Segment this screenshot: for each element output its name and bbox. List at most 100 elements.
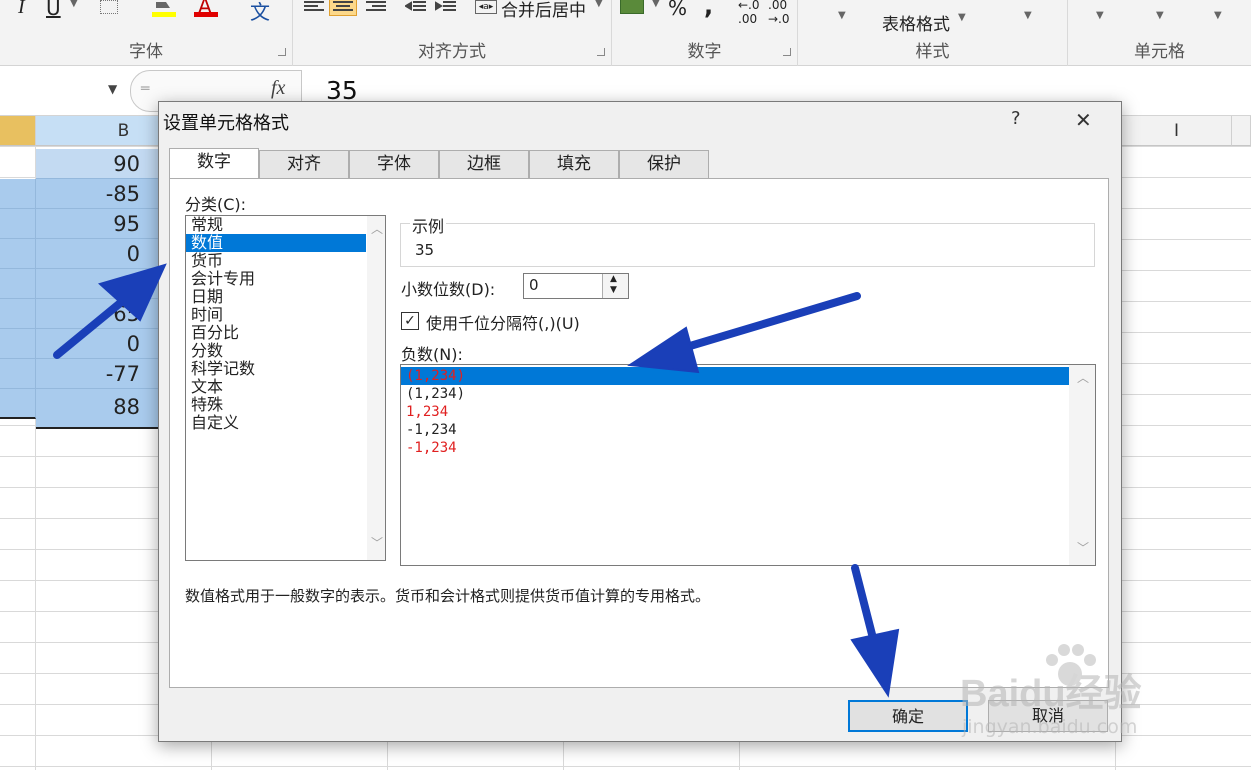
conditional-format-dropdown-icon[interactable]: ▼ [838,10,846,21]
currency-dropdown-icon[interactable]: ▼ [652,0,660,9]
alignment-group: ◂a▸ 合并后居中 ▼ 对齐方式 [293,0,612,66]
sample-border-left [400,223,410,224]
list-item[interactable]: 会计专用 [186,270,366,288]
list-item[interactable]: 文本 [186,378,366,396]
decrease-indent-icon[interactable] [405,0,427,14]
align-right-icon[interactable] [365,0,387,14]
cell[interactable] [0,239,36,269]
increase-indent-icon[interactable] [435,0,457,14]
tab-protection[interactable]: 保护 [619,150,709,178]
list-item[interactable]: 日期 [186,288,366,306]
cell[interactable]: 65 [36,299,160,329]
table-format-dropdown-icon[interactable]: ▼ [958,12,966,23]
merge-center-button[interactable]: 合并后居中 [501,0,586,21]
spin-down-icon[interactable]: ▼ [610,285,617,295]
percent-button[interactable]: % [668,0,687,20]
cell[interactable] [0,179,36,209]
tab-number[interactable]: 数字 [169,148,259,178]
column-header-j[interactable] [1232,116,1251,146]
list-item[interactable]: 常规 [186,216,366,234]
font-group-label: 字体 [129,42,163,62]
delete-dropdown-icon[interactable]: ▼ [1156,10,1164,21]
format-description: 数值格式用于一般数字的表示。货币和会计格式则提供货币值计算的专用格式。 [185,587,711,605]
cell[interactable] [36,269,160,299]
column-header-i[interactable]: I [1122,116,1232,146]
format-dropdown-icon[interactable]: ▼ [1214,10,1222,21]
list-item[interactable]: -1,234 [401,439,1069,457]
underline-dropdown-icon[interactable]: ▼ [70,0,78,9]
alignment-launcher-icon[interactable] [597,48,605,56]
spin-up-icon[interactable]: ▲ [610,274,617,284]
border-icon[interactable] [100,0,118,14]
tab-alignment[interactable]: 对齐 [259,150,349,178]
scroll-up-icon[interactable]: ︿ [371,223,383,235]
list-item[interactable]: 分数 [186,342,366,360]
close-button[interactable]: ✕ [1075,108,1092,132]
cell[interactable] [0,299,36,329]
currency-icon[interactable] [620,0,644,14]
tab-border[interactable]: 边框 [439,150,529,178]
align-center-button[interactable] [329,0,357,16]
underline-button[interactable]: U [46,0,61,20]
decrease-decimal-icon[interactable]: .00 →.0 [768,0,790,26]
cell[interactable]: -85 [36,179,160,209]
category-scrollbar[interactable]: ︿ ﹀ [367,216,385,560]
list-item[interactable]: 特殊 [186,396,366,414]
scroll-down-icon[interactable]: ﹀ [371,537,383,549]
column-header-a[interactable] [0,116,36,146]
list-item[interactable]: -1,234 [401,421,1069,439]
decimal-input[interactable]: 0 [529,276,539,294]
comma-button[interactable]: , [704,0,713,20]
cell[interactable] [0,359,36,389]
font-launcher-icon[interactable] [278,48,286,56]
cell[interactable]: 0 [36,239,160,269]
negative-format-list[interactable]: (1,234) (1,234) 1,234 -1,234 -1,234 ︿ ﹀ [400,364,1096,566]
cell[interactable]: -77 [36,359,160,389]
cell[interactable] [0,329,36,359]
cell-styles-dropdown-icon[interactable]: ▼ [1024,10,1032,21]
list-item[interactable]: 百分比 [186,324,366,342]
merge-center-icon[interactable]: ◂a▸ [475,0,497,14]
list-item-selected[interactable]: (1,234) [401,367,1069,385]
cell[interactable] [0,389,36,419]
list-item[interactable]: 时间 [186,306,366,324]
tab-fill[interactable]: 填充 [529,150,619,178]
thousands-label[interactable]: 使用千位分隔符(,)(U) [426,310,580,334]
scroll-up-icon[interactable]: ︿ [1077,372,1089,384]
help-button[interactable]: ? [1011,108,1021,129]
fx-icon[interactable]: fx [271,77,285,100]
spinner[interactable]: ▲ ▼ [602,274,628,298]
table-format-button[interactable]: 表格格式 [882,10,950,35]
insert-dropdown-icon[interactable]: ▼ [1096,10,1104,21]
cell[interactable] [0,269,36,299]
italic-button[interactable]: I [18,0,25,19]
fill-color-icon[interactable] [152,0,176,18]
align-left-icon[interactable] [303,0,325,14]
cell[interactable] [0,209,36,239]
watermark-url: jingyan.baidu.com [962,716,1138,738]
negative-scrollbar[interactable]: ︿ ﹀ [1069,365,1095,565]
cell[interactable]: 95 [36,209,160,239]
scroll-down-icon[interactable]: ﹀ [1077,542,1089,554]
list-item[interactable]: (1,234) [401,385,1069,403]
merge-dropdown-icon[interactable]: ▼ [595,0,603,9]
ok-button[interactable]: 确定 [848,700,968,732]
category-list[interactable]: 常规 数值 货币 会计专用 日期 时间 百分比 分数 科学记数 文本 特殊 自定… [185,215,386,561]
tab-font[interactable]: 字体 [349,150,439,178]
number-launcher-icon[interactable] [783,48,791,56]
cell[interactable]: 0 [36,329,160,359]
negative-label: 负数(N): [401,345,463,364]
list-item[interactable]: 货币 [186,252,366,270]
cell[interactable]: 88 [36,389,160,429]
cell[interactable]: 90 [36,149,160,179]
decimal-stepper[interactable]: 0 ▲ ▼ [523,273,629,299]
thousands-checkbox[interactable]: ✓ [401,312,419,330]
list-item-selected[interactable]: 数值 [186,234,366,252]
name-box-dropdown-icon[interactable]: ▼ [108,82,117,96]
list-item[interactable]: 1,234 [401,403,1069,421]
phonetic-button[interactable]: 文 [250,0,270,25]
list-item[interactable]: 科学记数 [186,360,366,378]
list-item[interactable]: 自定义 [186,414,366,432]
increase-decimal-icon[interactable]: ←.0.00 [738,0,760,26]
font-color-bar [194,12,218,17]
